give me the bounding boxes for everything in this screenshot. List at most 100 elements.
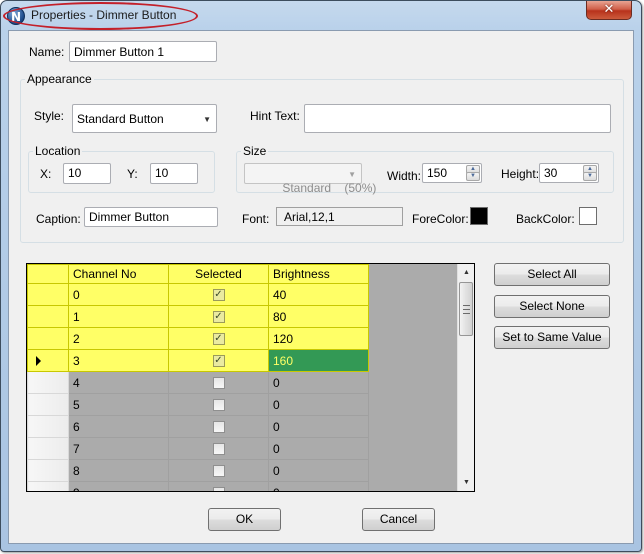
y-input[interactable]: 10 <box>150 163 198 184</box>
cell-brightness[interactable]: 160 <box>268 349 369 372</box>
row-header[interactable] <box>27 393 69 416</box>
name-input[interactable]: Dimmer Button 1 <box>69 41 217 62</box>
checkbox-unchecked[interactable] <box>212 465 225 478</box>
column-header-selected[interactable]: Selected <box>168 264 269 284</box>
grid-row[interactable]: 40 <box>27 371 369 394</box>
style-dropdown[interactable]: Standard Button ▼ <box>72 104 217 133</box>
cell-channel[interactable]: 8 <box>68 459 169 482</box>
close-icon: ✕ <box>603 2 615 17</box>
channel-table: Channel No Selected Brightness 0 ✓ 40 1 ✓ 80 2… <box>27 264 369 491</box>
checkbox-checked[interactable]: ✓ <box>212 311 225 324</box>
height-stepper[interactable]: 30 ▲ ▼ <box>539 163 599 183</box>
cell-brightness[interactable]: 0 <box>268 481 369 491</box>
grip-icon <box>463 305 470 314</box>
channel-grid[interactable]: Channel No Selected Brightness 0 ✓ 40 1 ✓ 80 2… <box>26 263 475 492</box>
select-none-button[interactable]: Select None <box>494 295 610 318</box>
column-header-channel[interactable]: Channel No <box>68 264 169 284</box>
cell-brightness[interactable]: 120 <box>268 327 369 350</box>
select-all-button[interactable]: Select All <box>494 263 610 286</box>
grid-row[interactable]: 1 ✓ 80 <box>27 305 369 328</box>
grid-row[interactable]: 60 <box>27 415 369 438</box>
checkbox-checked[interactable]: ✓ <box>212 289 225 302</box>
cell-selected: ✓ <box>168 327 269 350</box>
current-row-pointer-icon <box>36 356 41 366</box>
cell-selected <box>168 437 269 460</box>
width-value: 150 <box>427 166 448 180</box>
grid-row[interactable]: 70 <box>27 437 369 460</box>
checkbox-checked[interactable]: ✓ <box>212 333 225 346</box>
row-header[interactable] <box>27 459 69 482</box>
height-decrement-button[interactable]: ▼ <box>583 172 597 181</box>
row-header[interactable] <box>27 283 69 306</box>
row-header[interactable] <box>27 327 69 350</box>
grid-vertical-scrollbar[interactable]: ▲ ▼ <box>457 264 474 491</box>
backcolor-swatch[interactable] <box>579 207 597 225</box>
scroll-up-arrow-icon[interactable]: ▲ <box>458 264 474 281</box>
cell-channel[interactable]: 1 <box>68 305 169 328</box>
row-header[interactable] <box>27 437 69 460</box>
cell-channel[interactable]: 7 <box>68 437 169 460</box>
scroll-thumb[interactable] <box>459 282 473 336</box>
checkbox-checked[interactable]: ✓ <box>212 355 225 368</box>
hint-text-input[interactable] <box>304 104 611 133</box>
cell-selected <box>168 393 269 416</box>
checkbox-unchecked[interactable] <box>212 487 225 491</box>
cell-selected: ✓ <box>168 283 269 306</box>
column-header-brightness[interactable]: Brightness <box>268 264 369 284</box>
grid-row[interactable]: 0 ✓ 40 <box>27 283 369 306</box>
forecolor-swatch[interactable] <box>470 207 488 225</box>
row-header[interactable] <box>27 481 69 491</box>
height-label: Height: <box>501 167 540 181</box>
caption-input[interactable]: Dimmer Button <box>84 207 218 227</box>
cell-brightness[interactable]: 0 <box>268 459 369 482</box>
style-dropdown-value: Standard Button <box>77 112 164 126</box>
checkbox-unchecked[interactable] <box>212 443 225 456</box>
row-header[interactable] <box>27 349 69 372</box>
cell-selected <box>168 459 269 482</box>
grid-row[interactable]: 90 <box>27 481 369 491</box>
cell-channel[interactable]: 0 <box>68 283 169 306</box>
cell-brightness[interactable]: 0 <box>268 393 369 416</box>
checkbox-unchecked[interactable] <box>212 399 225 412</box>
cell-brightness[interactable]: 40 <box>268 283 369 306</box>
cell-brightness[interactable]: 0 <box>268 371 369 394</box>
cell-selected <box>168 481 269 491</box>
cell-channel[interactable]: 2 <box>68 327 169 350</box>
size-group-title: Size <box>241 144 269 158</box>
grid-row[interactable]: 2 ✓ 120 <box>27 327 369 350</box>
font-field[interactable]: Arial,12,1 <box>276 207 403 226</box>
cancel-button[interactable]: Cancel <box>362 508 435 531</box>
checkbox-unchecked[interactable] <box>212 377 225 390</box>
row-header[interactable] <box>27 415 69 438</box>
cell-brightness[interactable]: 80 <box>268 305 369 328</box>
cell-channel[interactable]: 9 <box>68 481 169 491</box>
cell-channel[interactable]: 6 <box>68 415 169 438</box>
x-input[interactable]: 10 <box>63 163 111 184</box>
y-label: Y: <box>127 167 138 181</box>
cell-channel[interactable]: 4 <box>68 371 169 394</box>
cell-channel[interactable]: 5 <box>68 393 169 416</box>
grid-row[interactable]: 3 ✓ 160 <box>27 349 369 372</box>
hint-text-label: Hint Text: <box>250 109 300 123</box>
grid-row[interactable]: 50 <box>27 393 369 416</box>
grid-header-row: Channel No Selected Brightness <box>27 264 369 284</box>
size-preset-dropdown: Standard (50%) ▼ <box>244 163 376 195</box>
cell-selected: ✓ <box>168 305 269 328</box>
width-label: Width: <box>387 169 422 183</box>
close-button[interactable]: ✕ <box>586 1 632 20</box>
width-stepper[interactable]: 150 ▲ ▼ <box>422 163 482 183</box>
scroll-down-arrow-icon[interactable]: ▼ <box>458 474 474 491</box>
row-header[interactable] <box>27 371 69 394</box>
checkbox-unchecked[interactable] <box>212 421 225 434</box>
grid-row[interactable]: 80 <box>27 459 369 482</box>
window-title: Properties - Dimmer Button <box>31 8 177 22</box>
row-header[interactable] <box>27 305 69 328</box>
cell-brightness[interactable]: 0 <box>268 415 369 438</box>
title-bar[interactable]: N Properties - Dimmer Button ✕ <box>1 1 641 30</box>
cell-brightness[interactable]: 0 <box>268 437 369 460</box>
forecolor-label: ForeColor: <box>412 212 469 226</box>
ok-button[interactable]: OK <box>208 508 281 531</box>
cell-channel[interactable]: 3 <box>68 349 169 372</box>
width-decrement-button[interactable]: ▼ <box>466 172 480 181</box>
set-same-value-button[interactable]: Set to Same Value <box>494 326 610 349</box>
